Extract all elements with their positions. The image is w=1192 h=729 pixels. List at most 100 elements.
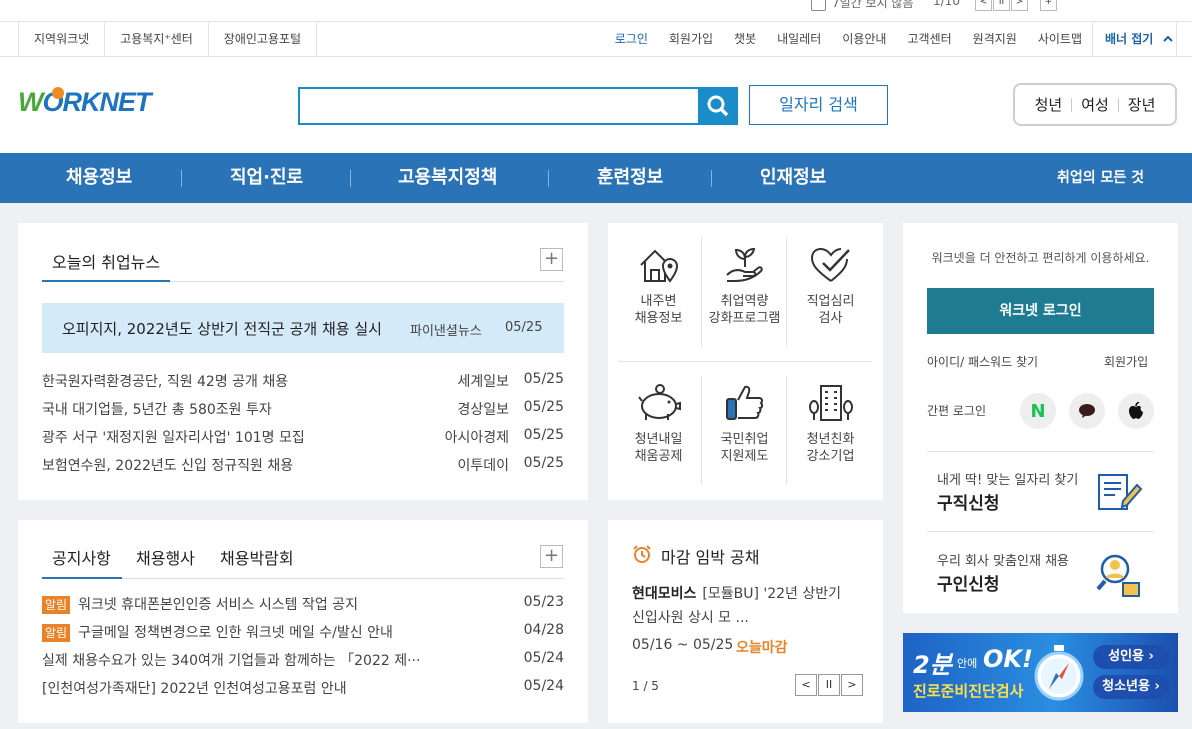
gnb-training[interactable]: 훈련정보: [597, 153, 663, 203]
news-item[interactable]: 한국원자력환경공단, 직원 42명 공개 채용 세계일보 05/25: [42, 371, 564, 391]
gnb-divider: [548, 170, 549, 187]
news-source: 이투데이: [457, 458, 509, 474]
heart-check-icon: [810, 247, 850, 282]
banner-youth-button[interactable]: 청소년용 ›: [1093, 675, 1169, 699]
service-competency-program[interactable]: 취업역량 강화프로그램: [702, 237, 787, 327]
kakao-login-button[interactable]: [1069, 393, 1105, 429]
deadline-pause-button[interactable]: II: [818, 674, 840, 696]
util-link-welfare-center[interactable]: 고용복지⁺센터: [104, 22, 208, 57]
banner-next-button[interactable]: >: [1011, 0, 1028, 11]
gnb-all-about-jobs[interactable]: 취업의 모든 것: [1057, 153, 1144, 203]
banner-adult-button[interactable]: 성인용 ›: [1093, 645, 1169, 669]
notice-title: 구글메일 정책변경으로 인한 워크넷 메일 수/발신 안내: [78, 625, 393, 641]
hide-7days-checkbox[interactable]: [811, 0, 826, 11]
service-national-employment[interactable]: 국민취업 지원제도: [702, 375, 787, 465]
notice-item[interactable]: 실제 채용수요가 있는 340여개 기업들과 함께하는 「2022 제··· 05…: [42, 650, 564, 670]
gnb-welfare[interactable]: 고용복지정책: [398, 153, 497, 203]
service-psych-test[interactable]: 직업심리 검사: [788, 237, 873, 327]
news-headline[interactable]: 오피지지, 2022년도 상반기 전직군 공개 채용 실시 파이낸셜뉴스 05/…: [42, 303, 564, 353]
divider: [618, 361, 872, 362]
util-link-remote[interactable]: 원격지원: [973, 22, 1017, 57]
service-nearby-jobs[interactable]: 내주변 채용정보: [616, 237, 701, 327]
deadline-next-button[interactable]: >: [841, 674, 863, 696]
gnb-talent[interactable]: 인재정보: [760, 153, 826, 203]
tab-recruit-events[interactable]: 채용행사: [136, 545, 195, 569]
audience-women[interactable]: 여성: [1071, 97, 1118, 112]
tab-today-news[interactable]: 오늘의 취업뉴스: [52, 249, 160, 273]
search-button[interactable]: [698, 87, 738, 125]
banner-plus-button[interactable]: +: [1040, 0, 1057, 11]
thumbs-up-icon: [725, 385, 763, 420]
sprout-hand-icon: [725, 247, 763, 282]
service-label-line2: 강소기업: [806, 449, 855, 464]
util-link-sitemap[interactable]: 사이트맵: [1038, 22, 1082, 57]
apple-login-button[interactable]: [1118, 393, 1154, 429]
news-more-button[interactable]: +: [540, 248, 563, 271]
service-label-line1: 내주변: [640, 294, 677, 309]
deadline-period: 05/16 ~ 05/25: [632, 637, 734, 653]
join-link[interactable]: 회원가입: [1104, 353, 1148, 370]
employer-apply[interactable]: 우리 회사 맞춤인재 채용 구인신청: [927, 531, 1154, 611]
speech-bubble-icon: [1079, 404, 1095, 418]
notice-item[interactable]: 알림 워크넷 휴대폰본인인증 서비스 시스템 작업 공지 05/23: [42, 594, 564, 614]
find-id-password-link[interactable]: 아이디/ 패스워드 찾기: [927, 353, 1038, 370]
util-link-disabled-portal[interactable]: 장애인고용포털: [207, 22, 318, 57]
deadline-desc1: [모듈BU] '22년 상반기: [702, 586, 842, 602]
worknet-logo[interactable]: WORKNET: [18, 87, 151, 118]
news-item[interactable]: 보험연수원, 2022년도 신입 정규직원 채용 이투데이 05/25: [42, 455, 564, 475]
notices-more-button[interactable]: +: [540, 545, 563, 568]
banner-mid-text: 안에: [957, 657, 978, 670]
notice-item[interactable]: [인천여성가족재단] 2022년 인천여성고용포럼 안내 05/24: [42, 678, 564, 698]
deadline-prev-button[interactable]: <: [795, 674, 817, 696]
util-link-customer[interactable]: 고객센터: [907, 22, 951, 57]
news-source: 경상일보: [457, 402, 509, 418]
news-item[interactable]: 광주 서구 '재정지원 일자리사업' 101명 모집 아시아경제 05/25: [42, 427, 564, 447]
service-label-line2: 강화프로그램: [708, 311, 781, 326]
news-item[interactable]: 국내 대기업들, 5년간 총 580조원 투자 경상일보 05/25: [42, 399, 564, 419]
login-intro: 워크넷을 더 안전하고 편리하게 이용하세요.: [931, 251, 1150, 265]
banner-ok-text: OK!: [983, 645, 1033, 673]
job-seeker-apply[interactable]: 내게 딱! 맞는 일자리 찾기 구직신청: [927, 451, 1154, 531]
news-source: 아시아경제: [444, 430, 509, 446]
logo-w: W: [18, 87, 44, 117]
worknet-login-button[interactable]: 워크넷 로그인: [927, 288, 1154, 334]
chevron-up-icon: [1162, 35, 1173, 42]
news-date: 05/25: [523, 427, 564, 443]
deadline-job[interactable]: 현대모비스 [모듈BU] '22년 상반기 신입사원 상시 모 ...: [632, 582, 862, 630]
tab-job-fairs[interactable]: 채용박람회: [220, 545, 294, 569]
util-link-login[interactable]: 로그인: [615, 22, 648, 57]
services-panel: 내주변 채용정보 취업역량 강화프로그램 직업심리 검사 청년내일 채움공제 국…: [608, 223, 883, 500]
naver-login-button[interactable]: N: [1020, 393, 1056, 429]
house-pin-icon: [639, 249, 678, 283]
service-youth-friendly-company[interactable]: 청년친화 강소기업: [788, 375, 873, 465]
banner-pager: 1/10: [933, 0, 960, 8]
tab-notices[interactable]: 공지사항: [52, 545, 111, 569]
deadline-title: 마감 임박 공채: [661, 548, 760, 567]
job-search-button[interactable]: 일자리 검색: [749, 85, 888, 125]
career-test-banner[interactable]: 2분 안에 OK! 진로준비진단검사 성인용 › 청소년용 ›: [903, 633, 1178, 712]
service-label-line2: 검사: [818, 311, 843, 326]
deadline-panel: 마감 임박 공채 현대모비스 [모듈BU] '22년 상반기 신입사원 상시 모 …: [608, 520, 883, 723]
notice-item[interactable]: 알림 구글메일 정책변경으로 인한 워크넷 메일 수/발신 안내 04/28: [42, 622, 564, 642]
util-link-guide[interactable]: 이용안내: [842, 22, 886, 57]
audience-senior[interactable]: 장년: [1117, 97, 1165, 112]
util-link-join[interactable]: 회원가입: [669, 22, 713, 57]
search-input[interactable]: [300, 89, 690, 123]
active-tab-indicator: [42, 280, 170, 282]
banner-fold-button[interactable]: 배너 접기: [1092, 22, 1177, 57]
gnb-jobs[interactable]: 채용정보: [66, 153, 132, 203]
service-youth-savings[interactable]: 청년내일 채움공제: [616, 375, 701, 465]
apply-subtitle: 내게 딱! 맞는 일자리 찾기: [937, 473, 1079, 488]
banner-sub-text: 진로준비진단검사: [913, 682, 1024, 700]
search-box: [298, 87, 738, 125]
apply-title: 구직신청: [937, 494, 1000, 514]
banner-prev-button[interactable]: <: [975, 0, 992, 11]
banner-pause-button[interactable]: II: [993, 0, 1010, 11]
util-link-letter[interactable]: 내일레터: [777, 22, 821, 57]
apply-title: 구인신청: [937, 575, 1000, 595]
gnb-career[interactable]: 직업·진로: [230, 153, 303, 203]
util-link-regional[interactable]: 지역워크넷: [18, 22, 104, 57]
service-label-line2: 지원제도: [720, 449, 769, 464]
util-link-chatbot[interactable]: 챗봇: [734, 22, 756, 57]
audience-youth[interactable]: 청년: [1026, 97, 1072, 112]
